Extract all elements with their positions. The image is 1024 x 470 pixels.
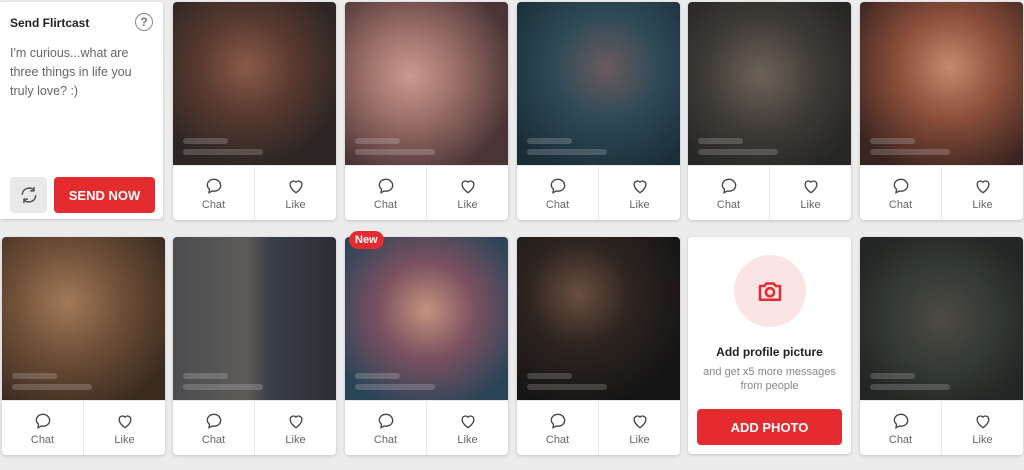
like-button[interactable]: Like — [83, 401, 165, 455]
chat-label: Chat — [201, 198, 226, 211]
like-button[interactable]: Like — [254, 401, 336, 455]
like-label: Like — [629, 433, 650, 446]
like-button[interactable]: Like — [941, 401, 1023, 455]
profile-photo[interactable] — [860, 2, 1023, 165]
profile-card[interactable]: New Chat Like — [345, 231, 508, 455]
profile-photo[interactable] — [345, 2, 508, 165]
like-label: Like — [457, 198, 478, 211]
profile-photo[interactable] — [517, 2, 680, 165]
chat-label: Chat — [545, 433, 570, 446]
profile-card[interactable]: Chat Like — [2, 237, 165, 455]
chat-label: Chat — [716, 198, 741, 211]
like-label: Like — [800, 198, 821, 211]
profile-card[interactable]: Chat Like — [860, 237, 1023, 455]
like-label: Like — [285, 433, 306, 446]
chat-icon — [893, 413, 908, 429]
chat-button[interactable]: Chat — [517, 166, 598, 220]
heart-icon — [117, 414, 132, 428]
chat-button[interactable]: Chat — [173, 401, 254, 455]
like-button[interactable]: Like — [941, 166, 1023, 220]
like-button[interactable]: Like — [426, 166, 508, 220]
new-badge: New — [349, 231, 384, 249]
chat-label: Chat — [373, 198, 398, 211]
add-photo-button[interactable]: ADD PHOTO — [697, 409, 842, 445]
profile-card[interactable]: Chat Like — [517, 2, 680, 220]
profile-photo[interactable] — [345, 237, 508, 400]
chat-label: Chat — [201, 433, 226, 446]
heart-icon — [803, 179, 818, 193]
add-photo-title: Add profile picture — [716, 345, 823, 359]
chat-icon — [206, 178, 221, 194]
chat-label: Chat — [888, 433, 913, 446]
help-icon[interactable]: ? — [135, 13, 153, 31]
heart-icon — [975, 414, 990, 428]
chat-icon — [721, 178, 736, 194]
heart-icon — [975, 179, 990, 193]
like-button[interactable]: Like — [598, 166, 680, 220]
camera-badge[interactable] — [734, 255, 806, 327]
flirtcast-message: I'm curious...what are three things in l… — [10, 46, 132, 98]
like-button[interactable]: Like — [254, 166, 336, 220]
chat-icon — [378, 178, 393, 194]
send-now-button[interactable]: SEND NOW — [54, 177, 155, 213]
like-button[interactable]: Like — [769, 166, 851, 220]
chat-button[interactable]: Chat — [345, 166, 426, 220]
add-photo-card: Add profile picture and get x5 more mess… — [688, 237, 851, 454]
profile-photo[interactable] — [860, 237, 1023, 400]
refresh-icon — [21, 186, 36, 204]
profile-card[interactable]: Chat Like — [860, 2, 1023, 220]
chat-icon — [206, 413, 221, 429]
chat-icon — [35, 413, 50, 429]
like-label: Like — [285, 198, 306, 211]
like-button[interactable]: Like — [598, 401, 680, 455]
profile-card[interactable]: Chat Like — [517, 237, 680, 455]
like-label: Like — [629, 198, 650, 211]
profile-photo[interactable] — [688, 2, 851, 165]
profile-card[interactable]: Chat Like — [173, 2, 336, 220]
like-label: Like — [457, 433, 478, 446]
chat-button[interactable]: Chat — [2, 401, 83, 455]
profile-card[interactable]: Chat Like — [688, 2, 851, 220]
heart-icon — [632, 179, 647, 193]
profile-photo[interactable] — [517, 237, 680, 400]
chat-button[interactable]: Chat — [345, 401, 426, 455]
profile-photo[interactable] — [173, 237, 336, 400]
camera-icon — [758, 282, 782, 301]
add-photo-subtitle: and get x5 more messages from people — [703, 366, 836, 392]
chat-icon — [550, 413, 565, 429]
heart-icon — [288, 414, 303, 428]
chat-button[interactable]: Chat — [173, 166, 254, 220]
chat-label: Chat — [373, 433, 398, 446]
chat-button[interactable]: Chat — [860, 401, 941, 455]
chat-icon — [378, 413, 393, 429]
chat-icon — [893, 178, 908, 194]
chat-label: Chat — [888, 198, 913, 211]
profile-photo[interactable] — [2, 237, 165, 400]
chat-label: Chat — [545, 198, 570, 211]
flirtcast-title: Send Flirtcast — [10, 16, 90, 30]
chat-button[interactable]: Chat — [517, 401, 598, 455]
heart-icon — [460, 179, 475, 193]
chat-label: Chat — [30, 433, 55, 446]
heart-icon — [288, 179, 303, 193]
chat-button[interactable]: Chat — [860, 166, 941, 220]
refresh-button[interactable] — [10, 177, 47, 213]
heart-icon — [632, 414, 647, 428]
profile-card[interactable]: Chat Like — [345, 2, 508, 220]
profile-photo[interactable] — [173, 2, 336, 165]
like-label: Like — [972, 198, 993, 211]
like-button[interactable]: Like — [426, 401, 508, 455]
chat-icon — [550, 178, 565, 194]
like-label: Like — [114, 433, 135, 446]
flirtcast-card: Send Flirtcast ? I'm curious...what are … — [0, 2, 163, 219]
like-label: Like — [972, 433, 993, 446]
profile-card[interactable]: Chat Like — [173, 237, 336, 455]
heart-icon — [460, 414, 475, 428]
chat-button[interactable]: Chat — [688, 166, 769, 220]
